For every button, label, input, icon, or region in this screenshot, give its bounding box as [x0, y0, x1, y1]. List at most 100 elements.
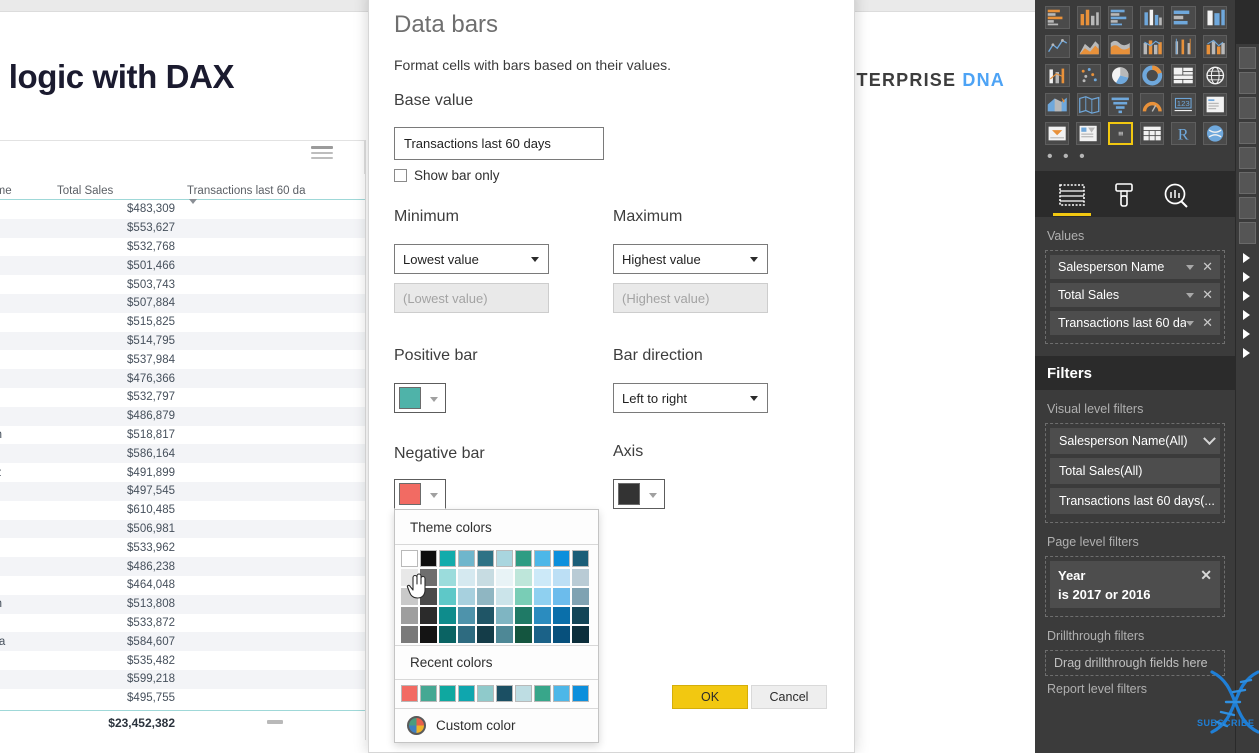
- theme-color-swatch[interactable]: [515, 588, 532, 605]
- ok-button[interactable]: OK: [672, 685, 748, 709]
- theme-color-swatch[interactable]: [534, 626, 551, 643]
- chevron-down-icon[interactable]: [1203, 431, 1216, 445]
- viz-type-icon[interactable]: [1108, 35, 1133, 58]
- theme-color-swatch[interactable]: [553, 588, 570, 605]
- recent-colors-grid[interactable]: [395, 680, 598, 708]
- theme-color-swatch[interactable]: [496, 550, 513, 567]
- field-list-item[interactable]: [1239, 222, 1256, 244]
- positive-bar-color-button[interactable]: [394, 383, 446, 413]
- table-row[interactable]: n Perry $553,627: [0, 218, 365, 238]
- theme-color-swatch[interactable]: [496, 569, 513, 586]
- field-list-item[interactable]: [1239, 172, 1256, 194]
- theme-color-swatch[interactable]: [401, 607, 418, 624]
- viz-type-icon[interactable]: [1202, 93, 1227, 116]
- viz-type-icon[interactable]: [1045, 122, 1070, 145]
- fields-pane-search[interactable]: [1236, 0, 1259, 44]
- base-value-input[interactable]: [394, 127, 604, 160]
- table-row[interactable]: r Cook $486,238: [0, 557, 365, 576]
- recent-color-swatch[interactable]: [496, 685, 513, 702]
- chevron-down-icon[interactable]: [1186, 292, 1195, 298]
- theme-color-swatch[interactable]: [553, 626, 570, 643]
- page-level-filters-dropzone[interactable]: Year ✕ is 2017 or 2016: [1045, 556, 1225, 617]
- table-visual[interactable]: erson Name Total Sales Transactions last…: [0, 140, 365, 740]
- theme-color-swatch[interactable]: [420, 569, 437, 586]
- more-visuals-button[interactable]: • • •: [1035, 149, 1235, 165]
- field-list-item[interactable]: [1239, 97, 1256, 119]
- recent-color-swatch[interactable]: [439, 685, 456, 702]
- theme-color-swatch[interactable]: [458, 550, 475, 567]
- theme-color-swatch[interactable]: [553, 569, 570, 586]
- remove-field-icon[interactable]: ✕: [1202, 315, 1213, 331]
- recent-color-swatch[interactable]: [553, 685, 570, 702]
- expand-table-icon[interactable]: [1243, 253, 1250, 263]
- recent-color-swatch[interactable]: [477, 685, 494, 702]
- theme-color-swatch[interactable]: [458, 607, 475, 624]
- viz-type-icon[interactable]: [1202, 35, 1227, 58]
- negative-bar-color-button[interactable]: [394, 479, 446, 509]
- table-row[interactable]: Davis $514,795: [0, 331, 365, 351]
- theme-color-swatch[interactable]: [553, 607, 570, 624]
- theme-color-swatch[interactable]: [401, 626, 418, 643]
- viz-type-icon[interactable]: R: [1171, 122, 1196, 145]
- theme-color-swatch[interactable]: [515, 607, 532, 624]
- theme-color-swatch[interactable]: [439, 588, 456, 605]
- table-row[interactable]: Clark $515,825: [0, 313, 365, 332]
- table-row[interactable]: Hansen $537,984: [0, 350, 365, 369]
- theme-color-swatch[interactable]: [477, 588, 494, 605]
- recent-color-swatch[interactable]: [534, 685, 551, 702]
- expand-table-icon[interactable]: [1243, 310, 1250, 320]
- theme-color-swatch[interactable]: [458, 569, 475, 586]
- theme-color-swatch[interactable]: [515, 626, 532, 643]
- table-row[interactable]: Robertson $513,808: [0, 594, 365, 614]
- recent-color-swatch[interactable]: [572, 685, 589, 702]
- value-field-chip[interactable]: Total Sales ✕: [1050, 283, 1220, 307]
- viz-type-icon[interactable]: [1171, 64, 1196, 87]
- viz-type-icon[interactable]: [1202, 122, 1227, 145]
- viz-type-icon[interactable]: [1139, 35, 1164, 58]
- viz-type-icon[interactable]: [1045, 6, 1070, 29]
- theme-color-swatch[interactable]: [572, 607, 589, 624]
- viz-type-icon[interactable]: [1171, 6, 1196, 29]
- field-list-item[interactable]: [1239, 197, 1256, 219]
- column-header-salesperson[interactable]: erson Name: [0, 185, 57, 197]
- theme-color-swatch[interactable]: [439, 569, 456, 586]
- visualization-gallery[interactable]: 123 R: [1035, 0, 1235, 145]
- values-dropzone[interactable]: Salesperson Name ✕ Total Sales ✕ Transaction…: [1045, 250, 1225, 344]
- viz-type-icon[interactable]: [1171, 35, 1196, 58]
- table-row[interactable]: Wheeler $533,962: [0, 538, 365, 557]
- minimum-select[interactable]: Lowest value: [394, 244, 549, 274]
- table-row[interactable]: Butler $495,755: [0, 689, 365, 708]
- table-row[interactable]: Wagner $464,048: [0, 576, 365, 595]
- theme-color-swatch[interactable]: [420, 626, 437, 643]
- theme-color-swatch[interactable]: [439, 607, 456, 624]
- tab-format[interactable]: [1109, 181, 1139, 209]
- table-row[interactable]: a Cook $497,545: [0, 481, 365, 501]
- viz-type-icon[interactable]: [1139, 64, 1164, 87]
- theme-color-swatch[interactable]: [458, 588, 475, 605]
- field-list-item[interactable]: [1239, 47, 1256, 69]
- tab-analytics[interactable]: [1161, 181, 1191, 209]
- table-row[interactable]: ce Fox $532,797: [0, 388, 365, 407]
- table-row[interactable]: r Mccoy $506,981: [0, 519, 365, 539]
- viz-type-icon[interactable]: [1045, 64, 1070, 87]
- viz-type-matrix-icon-selected[interactable]: [1107, 122, 1134, 145]
- remove-field-icon[interactable]: ✕: [1202, 287, 1213, 303]
- table-row[interactable]: Perry $476,366: [0, 369, 365, 388]
- field-list-item[interactable]: [1239, 122, 1256, 144]
- viz-type-icon[interactable]: [1076, 93, 1101, 116]
- visual-filter-chip[interactable]: Salesperson Name(All): [1050, 428, 1220, 454]
- theme-colors-grid[interactable]: [395, 545, 598, 645]
- chevron-down-icon[interactable]: [1186, 320, 1195, 326]
- table-row[interactable]: Ruiz $599,218: [0, 669, 365, 689]
- column-header-total-sales[interactable]: Total Sales: [57, 185, 187, 197]
- table-row[interactable]: e Holmes $532,768: [0, 238, 365, 257]
- theme-color-swatch[interactable]: [420, 550, 437, 567]
- expand-table-icon[interactable]: [1243, 348, 1250, 358]
- theme-color-swatch[interactable]: [496, 588, 513, 605]
- viz-type-icon[interactable]: [1076, 35, 1101, 58]
- theme-color-swatch[interactable]: [515, 550, 532, 567]
- table-row[interactable]: Welch $586,164: [0, 444, 365, 464]
- table-row[interactable]: Mason $503,743: [0, 275, 365, 294]
- viz-type-icon[interactable]: [1108, 93, 1133, 116]
- visual-resize-handle[interactable]: [267, 720, 283, 724]
